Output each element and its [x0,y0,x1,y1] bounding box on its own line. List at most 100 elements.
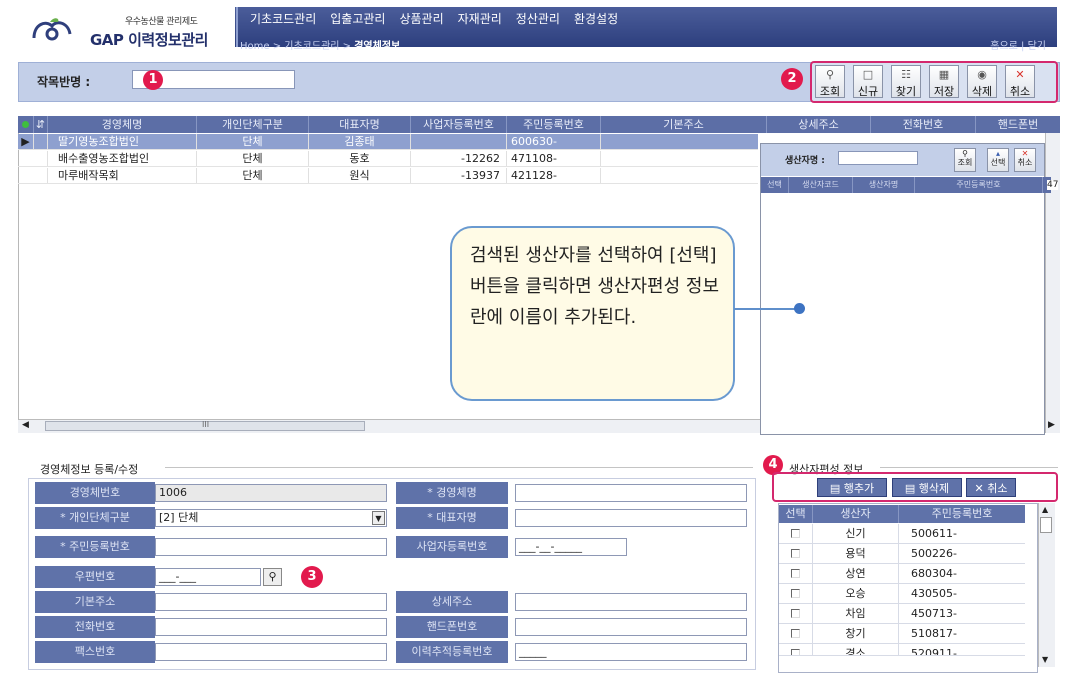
list-item[interactable]: 차임 450713- [779,604,1025,624]
producer-col-name[interactable]: 생산자 [813,505,899,523]
popup-col-rrn[interactable]: 주민등록번호 [915,177,1043,193]
table-row[interactable]: ▶ 딸기영농조합법인 단체 김종태 600630-1794010 [18,134,758,164]
menu-inout[interactable]: 입출고관리 [330,10,385,27]
col-header-type[interactable]: 개인단체구분 [197,116,309,133]
find-button-label: 찾기 [895,85,917,98]
select-checkbox[interactable] [791,609,800,618]
producer-cancel-button[interactable]: ✕ 취소 [966,478,1016,497]
col-header-addr[interactable]: 기본주소 [601,116,767,133]
select-checkbox[interactable] [791,589,800,598]
popup-col-select[interactable]: 선택 [761,177,789,193]
cell-rrn: 421128- [507,168,601,183]
breadcrumb-path: Home > 기초코드관리 > [240,41,355,52]
menu-products[interactable]: 상품관리 [399,10,443,27]
sort-icon[interactable]: ⇵ [34,116,48,133]
producer-rrn: 520911- [911,647,957,656]
search-button[interactable]: ⚲ 조회 [815,65,845,98]
code-field[interactable]: 1006 [155,484,387,502]
cell-biz: -12262 [411,151,507,166]
chevron-down-icon[interactable]: ▼ [372,511,385,525]
producer-rrn: 500611- [911,527,957,540]
producer-rrn: 450713- [911,607,957,620]
home-close-links[interactable]: 홈으로 | 닫기 [990,37,1046,52]
popup-col-name[interactable]: 생산자명 [853,177,915,193]
col-header-tel[interactable]: 전화번호 [871,116,976,133]
producer-col-rrn[interactable]: 주민등록번호 [899,505,1025,523]
cancel-button[interactable]: ✕ 취소 [1005,65,1035,98]
select-checkbox[interactable] [791,629,800,638]
magnifier-icon: ⚲ [825,68,835,81]
label-rep: * 대표자명 [396,507,508,529]
popup-cancel-button[interactable]: ✕ 취소 [1014,148,1036,172]
scroll-right-icon[interactable]: ▶ [1048,420,1055,430]
menu-settings[interactable]: 환경설정 [574,10,618,27]
producer-rrn: 510817- [911,627,957,640]
menu-basic-codes[interactable]: 기초코드관리 [250,10,316,27]
fax-field[interactable] [155,643,387,661]
select-checkbox[interactable] [791,549,800,558]
scroll-down-icon[interactable]: ▼ [1042,655,1048,664]
list-item[interactable]: 창기 510817- [779,624,1025,644]
menu-materials[interactable]: 자재관리 [458,10,502,27]
popup-search-label: 생산자명 : [785,156,825,166]
scroll-left-icon[interactable]: ◀ [22,420,29,430]
save-button[interactable]: ▦ 저장 [929,65,959,98]
rrn-field[interactable] [155,538,387,556]
list-item[interactable]: 용덕 500226- [779,544,1025,564]
scroll-up-icon[interactable]: ▲ [1042,505,1048,514]
save-button-label: 저장 [933,85,955,98]
status-dot-icon [18,116,34,133]
mobile-field[interactable] [515,618,747,636]
find-icon: ☷ [901,68,911,81]
producer-name: 용덕 [813,544,899,563]
addr2-field[interactable] [515,593,747,611]
label-trace: 이력추적등록번호 [396,641,508,663]
biz-field[interactable]: ___-__-_____ [515,538,627,556]
col-header-rep[interactable]: 대표자명 [309,116,411,133]
delete-button-label: 삭제 [971,85,993,98]
popup-select-label: 선택 [990,158,1006,167]
col-header-biz[interactable]: 사업자등록번호 [411,116,507,133]
zip-search-icon[interactable]: ⚲ [263,568,282,586]
producer-col-select[interactable]: 선택 [779,505,813,523]
zip-field[interactable]: ___-___ [155,568,261,586]
list-item[interactable]: 신기 500611- [779,524,1025,544]
add-row-label: 행추가 [843,482,875,495]
list-item[interactable]: 오승 430505- [779,584,1025,604]
cell-rrn: 471108- [507,151,601,166]
type-select[interactable]: [2] 단체 [155,509,387,527]
delete-row-button[interactable]: ▤ 행삭제 [892,478,962,497]
list-item[interactable]: 경소 520911- [779,644,1025,656]
name-field[interactable] [515,484,747,502]
col-header-name[interactable]: 경영체명 [48,116,197,133]
col-header-addr2[interactable]: 상세주소 [767,116,871,133]
addr-field[interactable] [155,593,387,611]
col-header-mobile[interactable]: 핸드폰번 [976,116,1060,133]
col-header-rrn[interactable]: 주민등록번호 [507,116,601,133]
popup-search-input[interactable] [838,151,918,165]
scrollbar-thumb[interactable] [1040,517,1052,533]
tel-field[interactable] [155,618,387,636]
delete-button[interactable]: ◉ 삭제 [967,65,997,98]
popup-select-button[interactable]: ▴ 선택 [987,148,1009,172]
form-title-rule [165,467,753,468]
add-row-button[interactable]: ▤ 행추가 [817,478,887,497]
select-checkbox[interactable] [791,529,800,538]
cell-rep: 원식 [309,168,411,183]
menu-settlement[interactable]: 정산관리 [516,10,560,27]
find-button[interactable]: ☷ 찾기 [891,65,921,98]
x-icon: ✕ [1015,68,1025,81]
logo-subtitle: 우수농산물 관리제도 [125,17,198,27]
popup-search-button[interactable]: ⚲ 조회 [954,148,976,172]
list-item[interactable]: 상연 680304- [779,564,1025,584]
rep-field[interactable] [515,509,747,527]
select-checkbox[interactable] [791,569,800,578]
new-button[interactable]: □ 신규 [853,65,883,98]
table-row[interactable]: 마루배작목회 단체 원식 -13937 421128- [18,168,758,184]
table-row[interactable]: 배수출영농조합법인 단체 동호 -12262 471108- [18,151,758,167]
cell-type: 단체 [197,168,309,183]
select-checkbox[interactable] [791,649,800,655]
trace-field[interactable]: _____ [515,643,747,661]
popup-col-code[interactable]: 생산자코드 [789,177,853,193]
row-pointer-icon: ▶ [18,134,34,149]
